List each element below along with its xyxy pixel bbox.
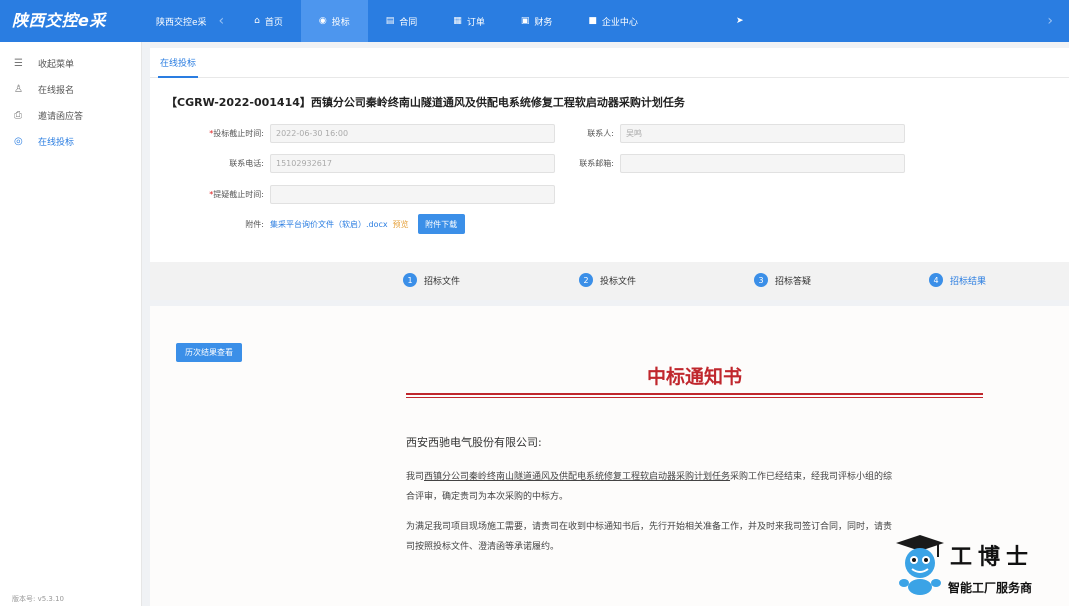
step-label: 招标答疑 <box>775 276 812 287</box>
nav-item-contract[interactable]: ▤ 合同 <box>368 0 436 42</box>
nav-scroll-left-icon[interactable]: ‹ <box>219 13 225 29</box>
sidebar-item-label: 在线报名 <box>38 85 75 96</box>
attachment-file-link[interactable]: 集采平台询价文件（软启）.docx <box>270 219 388 230</box>
watermark-big-text: 工博士 <box>950 545 1035 570</box>
step-bid-qa[interactable]: 3 招标答疑 <box>754 273 811 287</box>
finance-icon: ▣ <box>520 16 530 26</box>
sidebar-item-label: 收起菜单 <box>38 59 75 70</box>
email-field[interactable] <box>620 154 905 173</box>
sidebar-item-online-bid[interactable]: ◎ 在线投标 <box>0 128 141 154</box>
form-row-phone: 联系电话: 15102932617 <box>170 154 555 173</box>
step-number: 4 <box>929 273 943 287</box>
mouse-cursor-icon: ➤ <box>736 16 744 26</box>
nav-item-label: 企业中心 <box>601 17 638 28</box>
nav-item-home[interactable]: ⌂ 首页 <box>236 0 301 42</box>
mascot-icon <box>896 535 944 595</box>
target-icon: ◎ <box>14 135 23 147</box>
para2-line1: 为满足我司项目现场施工需要，请贵司在收到中标通知书后，先行开始相关准备工作，并及… <box>406 522 893 532</box>
step-bid-result[interactable]: 4 招标结果 <box>929 273 986 287</box>
nav-item-label: 投标 <box>331 17 350 28</box>
step-tender-docs[interactable]: 2 投标文件 <box>579 273 636 287</box>
deadline-label: *投标截止时间: <box>170 128 270 139</box>
step-number: 3 <box>754 273 768 287</box>
title-divider-thin <box>406 397 983 398</box>
step-label: 投标文件 <box>600 276 637 287</box>
history-results-button[interactable]: 历次结果查看 <box>176 343 242 362</box>
collapse-menu-icon: ☰ <box>14 57 23 69</box>
top-nav-bar: 陕西交控e采 陕西交控e采 ‹ ⌂ 首页 ◉ 投标 ▤ 合同 ▦ 订单 ▣ 财务 ■ 企业中… <box>0 0 1069 42</box>
tab-online-bid[interactable]: 在线投标 <box>158 48 199 78</box>
notice-recipient: 西安西驰电气股份有限公司: <box>406 436 542 449</box>
sidebar-item-online-signup[interactable]: ♙ 在线报名 <box>0 76 141 102</box>
step-number: 1 <box>403 273 417 287</box>
para1-rest: 采购工作已经结束，经我司评标小组的综 <box>730 472 893 482</box>
enterprise-icon: ■ <box>588 16 597 26</box>
progress-steps: 1 招标文件 2 投标文件 3 招标答疑 4 招标结果 <box>150 262 1069 300</box>
para1-prefix: 我司 <box>406 472 425 482</box>
nav-item-enterprise[interactable]: ■ 企业中心 <box>570 0 656 42</box>
form-row-contact: 联系人: 吴鸣 <box>520 124 905 143</box>
sidebar-item-label: 邀请函应答 <box>38 111 84 122</box>
form-row-attachment: 附件: 集采平台询价文件（软启）.docx 预览 附件下载 <box>170 214 465 234</box>
main-nav: ⌂ 首页 ◉ 投标 ▤ 合同 ▦ 订单 ▣ 财务 ■ 企业中心 <box>236 0 656 42</box>
bid-icon: ◉ <box>318 16 327 26</box>
nav-item-label: 合同 <box>399 17 418 28</box>
contract-icon: ▤ <box>385 16 395 26</box>
step-label: 招标结果 <box>950 276 987 287</box>
tab-bar: 在线投标 <box>150 48 1069 78</box>
nav-item-bid[interactable]: ◉ 投标 <box>300 0 368 42</box>
sidebar-item-collapse[interactable]: ☰ 收起菜单 <box>0 50 141 76</box>
phone-field[interactable]: 15102932617 <box>270 154 555 173</box>
phone-label: 联系电话: <box>229 159 264 168</box>
sidebar-item-invitation-reply[interactable]: ⎙ 邀请函应答 <box>0 102 141 128</box>
watermark-logo: 工博士 智能工厂服务商 <box>890 533 1060 603</box>
deadline-field[interactable]: 2022-06-30 16:00 <box>270 124 555 143</box>
para1-project-name: 西镇分公司秦岭终南山隧道通风及供配电系统修复工程软启动器采购计划任务 <box>424 472 731 482</box>
attachment-label: 附件: <box>245 219 264 229</box>
step-number: 2 <box>579 273 593 287</box>
form-row-email: 联系邮箱: <box>520 154 905 173</box>
nav-item-label: 首页 <box>264 17 283 28</box>
contact-label: 联系人: <box>587 129 614 138</box>
step-label: 招标文件 <box>424 276 461 287</box>
para2-line2: 司按照投标文件、澄清函等承诺履约。 <box>406 542 560 552</box>
attachment-preview-link[interactable]: 预览 <box>393 219 409 230</box>
main-content: 在线投标 【CGRW-2022-001414】西镇分公司秦岭终南山隧道通风及供配… <box>150 48 1069 606</box>
deadline-label-text: 投标截止时间: <box>213 129 264 138</box>
order-icon: ▦ <box>453 16 462 26</box>
question-deadline-label-text: 提疑截止时间: <box>213 190 264 199</box>
brand-subtitle: 陕西交控e采 <box>156 17 207 28</box>
printer-icon: ⎙ <box>14 109 22 121</box>
sidebar-item-label: 在线投标 <box>38 137 75 148</box>
form-row-question-deadline: *提疑截止时间: <box>170 185 555 204</box>
brand-logo[interactable]: 陕西交控e采 <box>0 0 150 42</box>
form-row-deadline: *投标截止时间: 2022-06-30 16:00 <box>170 124 555 143</box>
project-title: 【CGRW-2022-001414】西镇分公司秦岭终南山隧道通风及供配电系统修复… <box>166 96 685 109</box>
sidebar: ☰ 收起菜单 ♙ 在线报名 ⎙ 邀请函应答 ◎ 在线投标 版本号: v5.3.10 <box>0 42 142 606</box>
email-label: 联系邮箱: <box>579 159 614 168</box>
question-deadline-label: *提疑截止时间: <box>170 189 270 200</box>
contact-field[interactable]: 吴鸣 <box>620 124 905 143</box>
notice-paragraph-1: 我司西镇分公司秦岭终南山隧道通风及供配电系统修复工程软启动器采购计划任务采购工作… <box>406 467 986 507</box>
home-icon: ⌂ <box>254 16 260 26</box>
attachment-download-button[interactable]: 附件下载 <box>417 214 465 234</box>
version-label: 版本号: v5.3.10 <box>12 595 64 603</box>
user-icon: ♙ <box>14 83 23 95</box>
nav-item-label: 订单 <box>466 17 485 28</box>
nav-item-order[interactable]: ▦ 订单 <box>435 0 503 42</box>
nav-item-finance[interactable]: ▣ 财务 <box>503 0 571 42</box>
para1-line2: 合评审，确定贵司为本次采购的中标方。 <box>406 492 569 502</box>
question-deadline-field[interactable] <box>270 185 555 204</box>
notice-title: 中标通知书 <box>646 366 742 388</box>
nav-scroll-right-icon[interactable]: › <box>1047 13 1053 29</box>
watermark-small-text: 智能工厂服务商 <box>948 581 1033 595</box>
nav-item-label: 财务 <box>534 17 553 28</box>
step-bid-docs[interactable]: 1 招标文件 <box>403 273 460 287</box>
title-divider <box>406 393 983 395</box>
